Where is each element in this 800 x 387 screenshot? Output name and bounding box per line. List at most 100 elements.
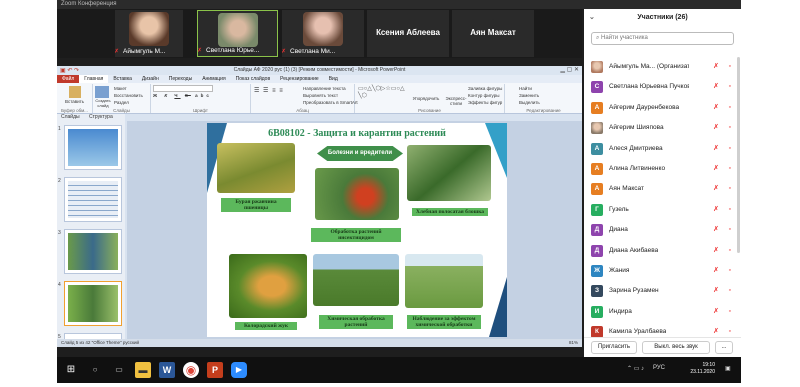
mute-all-button[interactable]: Выкл. весь звук (642, 341, 710, 354)
video-off-icon[interactable]: ▫ (729, 179, 731, 199)
video-off-icon[interactable]: ▫ (729, 281, 731, 301)
video-tile-active-speaker[interactable]: ✗ Светлана Юрье... (197, 10, 278, 57)
shadow-button[interactable]: abc (195, 93, 212, 98)
new-slide-button[interactable]: Создать слайд (93, 98, 113, 108)
tab-slideshow[interactable]: Показ слайдов (231, 75, 275, 83)
participant-row[interactable]: Д Диана Акибаева ✗ ▫ (584, 241, 741, 261)
mic-muted-icon[interactable]: ✗ (713, 200, 719, 220)
chevron-down-icon[interactable]: ⌄ (589, 9, 595, 26)
participant-search-input[interactable]: ⌕ Найти участника (591, 32, 734, 45)
arrange-button[interactable]: Упорядочить (410, 96, 442, 101)
word-icon[interactable]: W (159, 362, 175, 378)
shape-outline-button[interactable]: Контур фигуры (468, 92, 502, 99)
video-tile[interactable]: Ксения Аблеева (367, 10, 449, 57)
layout-button[interactable]: Макет (114, 85, 143, 92)
video-off-icon[interactable]: ▫ (729, 77, 731, 97)
mic-muted-icon[interactable]: ✗ (713, 57, 719, 77)
video-tile[interactable]: ✗ Айымгуль М... (115, 10, 183, 57)
mic-muted-icon[interactable]: ✗ (713, 98, 719, 118)
slide-canvas[interactable]: 6В08102 - Защита и карантин растений Бол… (207, 123, 507, 337)
video-off-icon[interactable]: ▫ (729, 57, 731, 77)
video-off-icon[interactable]: ▫ (729, 118, 731, 138)
section-button[interactable]: Раздел (114, 99, 143, 106)
italic-button[interactable]: К (164, 93, 170, 98)
paste-icon[interactable] (68, 86, 81, 98)
mic-muted-icon[interactable]: ✗ (713, 281, 719, 301)
shape-effects-button[interactable]: Эффекты фигур (468, 99, 502, 106)
slide-thumbnail-selected[interactable]: 4 (58, 281, 122, 326)
shape-fill-button[interactable]: Заливка фигуры (468, 85, 502, 92)
mic-muted-icon[interactable]: ✗ (713, 302, 719, 322)
align-text-button[interactable]: Выровнять текст (303, 92, 358, 99)
tab-transitions[interactable]: Переходы (164, 75, 197, 83)
tray-icons[interactable]: ⌃ ▭ ♪ (627, 365, 644, 372)
mic-muted-icon[interactable]: ✗ (713, 220, 719, 240)
reset-button[interactable]: Восстановить (114, 92, 143, 99)
search-icon[interactable]: ○ (87, 362, 103, 378)
tab-animations[interactable]: Анимация (197, 75, 230, 83)
underline-button[interactable]: Ч (174, 93, 180, 98)
tab-slides[interactable]: Слайды (57, 114, 84, 120)
participant-row[interactable]: А Алеся Дмитриева ✗ ▫ (584, 139, 741, 159)
more-button[interactable]: ... (715, 341, 733, 354)
clock[interactable]: 19:10 23.11.2020 (690, 362, 715, 376)
mic-muted-icon[interactable]: ✗ (713, 179, 719, 199)
mic-muted-icon[interactable]: ✗ (713, 159, 719, 179)
slide-thumbnail[interactable]: 3 (58, 229, 122, 274)
font-name-field[interactable] (153, 85, 213, 92)
video-off-icon[interactable]: ▫ (729, 139, 731, 159)
window-controls[interactable]: ▁ ▢ ✕ (560, 66, 579, 75)
video-off-icon[interactable]: ▫ (729, 220, 731, 240)
strike-button[interactable]: S (185, 93, 191, 98)
participant-row[interactable]: З Зарина Рузамен ✗ ▫ (584, 281, 741, 301)
slide-thumbnail[interactable]: 2 (58, 177, 122, 222)
tab-view[interactable]: Вид (324, 75, 343, 83)
zoom-level[interactable]: 81% (569, 339, 578, 347)
replace-button[interactable]: Заменить (519, 92, 540, 99)
start-icon[interactable]: ⊞ (63, 362, 79, 378)
paste-button[interactable]: Вставить (59, 98, 90, 105)
invite-button[interactable]: Пригласить (591, 341, 637, 354)
quick-access-icons[interactable]: ▣ ↶ ↷ (60, 67, 79, 76)
participant-row[interactable]: И Индира ✗ ▫ (584, 302, 741, 322)
participant-row[interactable]: А Айгерим Дауренбекова ✗ ▫ (584, 98, 741, 118)
new-slide-icon[interactable] (95, 86, 109, 98)
mic-muted-icon[interactable]: ✗ (713, 118, 719, 138)
tab-design[interactable]: Дизайн (137, 75, 164, 83)
video-off-icon[interactable]: ▫ (729, 98, 731, 118)
participant-row[interactable]: А Алина Литвиненко ✗ ▫ (584, 159, 741, 179)
tab-outline[interactable]: Структура (85, 114, 117, 120)
participant-row[interactable]: Айгерим Шияпова ✗ ▫ (584, 118, 741, 138)
smartart-button[interactable]: Преобразовать в SmartArt (303, 99, 358, 106)
bold-button[interactable]: Ж (153, 93, 160, 98)
list-icons[interactable]: ☰ ☰ ≡ ≡ (254, 87, 284, 94)
mic-muted-icon[interactable]: ✗ (713, 241, 719, 261)
select-button[interactable]: Выделить (519, 99, 540, 106)
task-view-icon[interactable]: ▭ (111, 362, 127, 378)
participant-row[interactable]: Айымгуль Ма... (Организатор, я) ✗ ▫ (584, 57, 741, 77)
video-off-icon[interactable]: ▫ (729, 241, 731, 261)
participant-row[interactable]: Д Диана ✗ ▫ (584, 220, 741, 240)
language-indicator[interactable]: РУС (653, 365, 665, 371)
text-direction-button[interactable]: Направление текста (303, 85, 358, 92)
file-explorer-icon[interactable]: ▬ (135, 362, 151, 378)
mic-muted-icon[interactable]: ✗ (713, 261, 719, 281)
zoom-icon[interactable]: ▶ (231, 362, 247, 378)
video-off-icon[interactable]: ▫ (729, 159, 731, 179)
find-button[interactable]: Найти (519, 85, 540, 92)
chrome-icon[interactable]: ◉ (183, 362, 199, 378)
participant-row[interactable]: С Светлана Юрьевна Пучкова ✗ ▫ (584, 77, 741, 97)
tab-home[interactable]: Главная (79, 75, 109, 83)
tab-review[interactable]: Рецензирование (275, 75, 324, 83)
slide-thumbnail[interactable]: 1 (58, 125, 122, 170)
mic-muted-icon[interactable]: ✗ (713, 77, 719, 97)
video-off-icon[interactable]: ▫ (729, 302, 731, 322)
notification-icon[interactable]: ▣ (725, 365, 731, 372)
video-tile[interactable]: ✗ Светлана Ми... (282, 10, 364, 57)
video-off-icon[interactable]: ▫ (729, 261, 731, 281)
shapes-gallery[interactable]: ▭○△╲⬡▷☆▭○△╲⬡ (358, 86, 406, 100)
video-tile[interactable]: Аян Максат (452, 10, 534, 57)
participant-row[interactable]: А Аян Максат ✗ ▫ (584, 179, 741, 199)
participant-row[interactable]: Ж Жания ✗ ▫ (584, 261, 741, 281)
quick-styles-button[interactable]: Экспресс-стили (443, 96, 469, 106)
